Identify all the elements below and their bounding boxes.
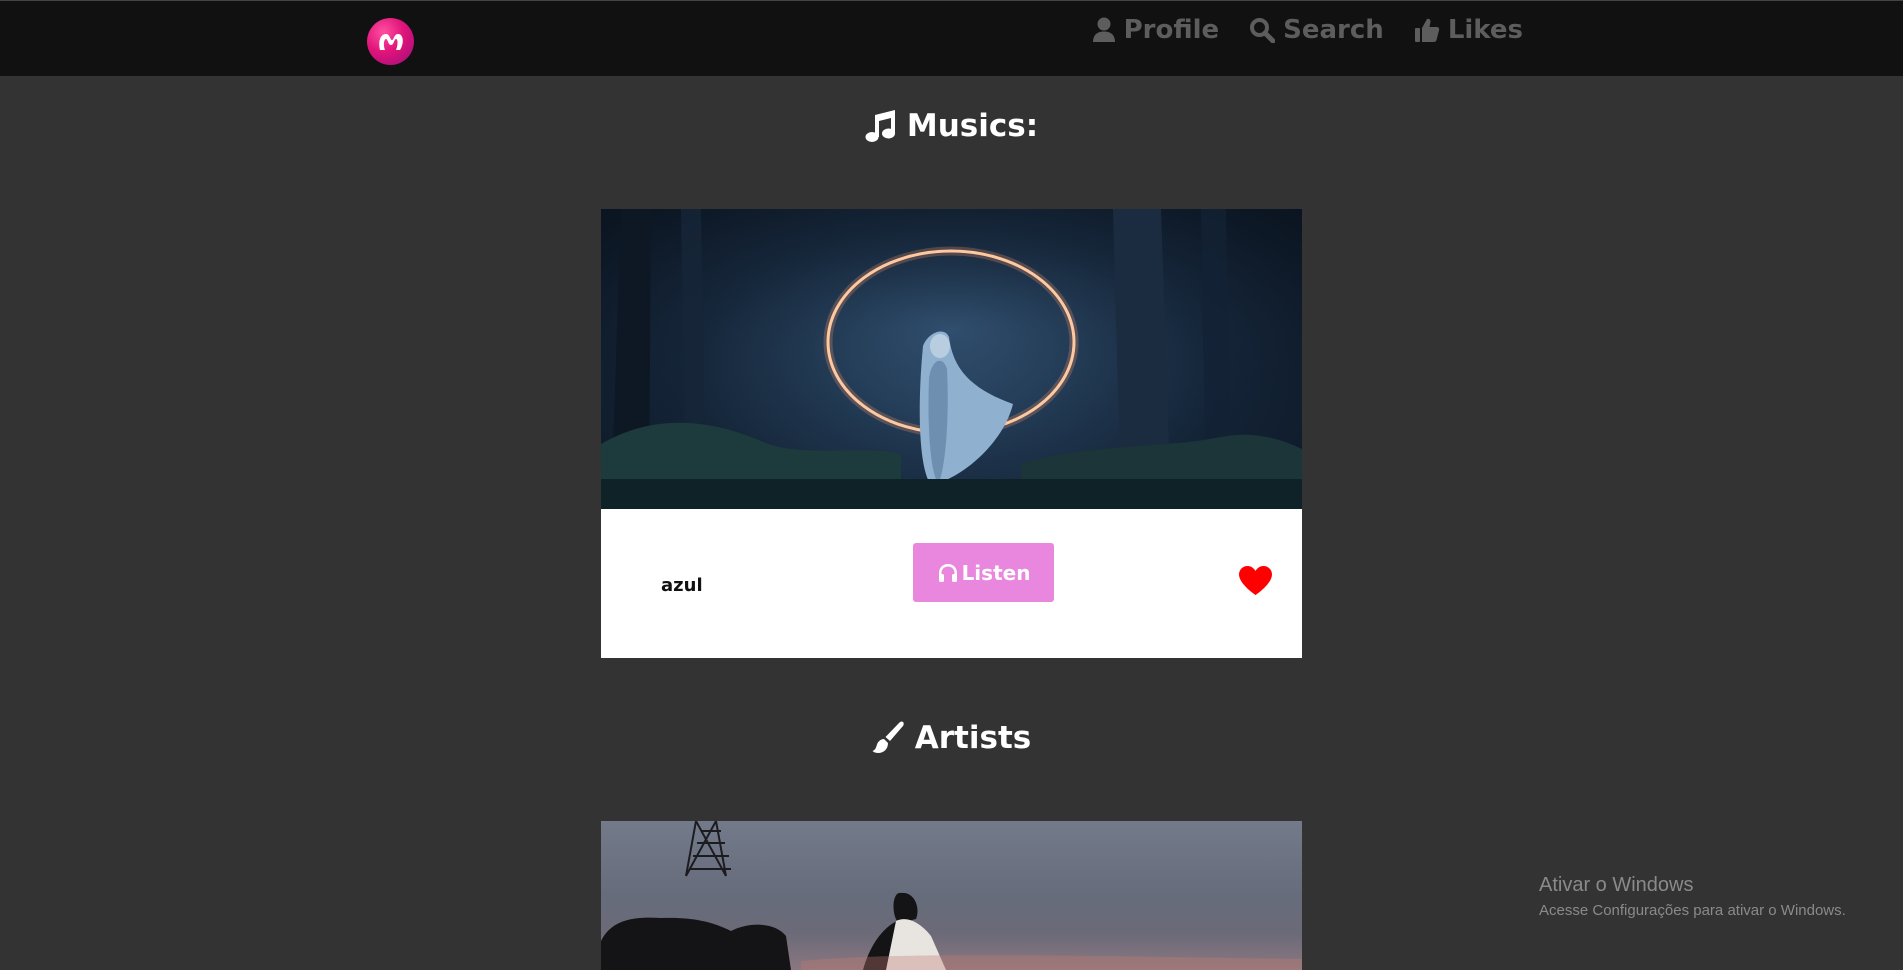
heart-icon <box>1239 566 1272 595</box>
nav-profile-label: Profile <box>1123 15 1220 45</box>
search-icon <box>1250 18 1276 43</box>
music-card: azul Listen <box>601 209 1302 658</box>
logo-icon <box>378 33 403 50</box>
nav-likes-label: Likes <box>1447 15 1523 45</box>
headphones-icon <box>938 563 957 582</box>
artists-title-text: Artists <box>914 720 1032 756</box>
listen-button[interactable]: Listen <box>913 543 1054 602</box>
paint-brush-icon <box>872 721 904 753</box>
artist-image <box>601 821 1302 970</box>
user-icon <box>1092 17 1115 42</box>
nav-profile-link[interactable]: Profile <box>1092 15 1220 45</box>
like-button[interactable] <box>1238 565 1273 600</box>
nav-likes-link[interactable]: Likes <box>1414 15 1523 45</box>
music-title: azul <box>661 575 703 596</box>
musics-section-title: Musics: <box>0 108 1903 144</box>
artist-card <box>601 821 1302 970</box>
musics-title-text: Musics: <box>906 108 1039 144</box>
nav-links: Profile Search Likes <box>1092 15 1523 45</box>
nav-search-label: Search <box>1283 15 1384 45</box>
artists-section-title: Artists <box>0 720 1903 756</box>
thumbs-up-icon <box>1414 18 1439 42</box>
windows-activation-watermark: Ativar o Windows Acesse Configurações pa… <box>1539 874 1846 919</box>
app-logo[interactable] <box>367 18 414 65</box>
listen-button-label: Listen <box>961 560 1031 585</box>
music-cover-artwork <box>601 209 1302 509</box>
watermark-subtitle: Acesse Configurações para ativar o Windo… <box>1539 902 1846 919</box>
watermark-title: Ativar o Windows <box>1539 874 1694 896</box>
nav-search-link[interactable]: Search <box>1249 15 1384 45</box>
music-cover-image <box>601 209 1302 509</box>
top-navbar: Profile Search Likes <box>0 0 1903 76</box>
music-card-footer: azul Listen <box>601 509 1302 658</box>
music-note-icon <box>865 110 895 142</box>
